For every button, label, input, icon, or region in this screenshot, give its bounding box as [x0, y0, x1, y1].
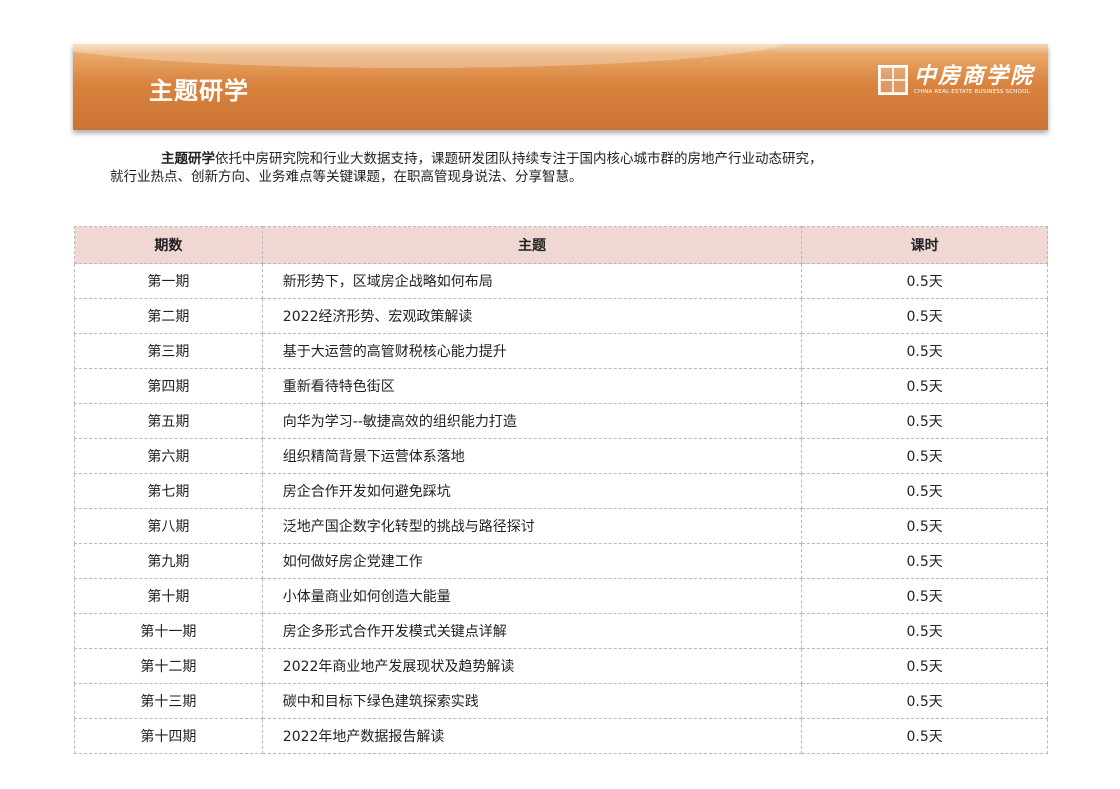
cell-topic: 房企多形式合作开发模式关键点详解 [261, 613, 803, 649]
cell-hours: 0.5天 [801, 578, 1048, 614]
cell-hours: 0.5天 [801, 613, 1048, 649]
cell-hours: 0.5天 [801, 438, 1048, 474]
cell-topic: 房企合作开发如何避免踩坑 [261, 473, 803, 509]
table-row: 第十二期 2022年商业地产发展现状及趋势解读 0.5天 [74, 648, 1048, 684]
table-row: 第十四期 2022年地产数据报告解读 0.5天 [74, 718, 1048, 754]
table-row: 第九期 如何做好房企党建工作 0.5天 [74, 543, 1048, 579]
table-row: 第八期 泛地产国企数字化转型的挑战与路径探讨 0.5天 [74, 508, 1048, 544]
cell-period: 第七期 [74, 473, 263, 509]
cell-period: 第十二期 [74, 648, 263, 684]
intro-paragraph: 主题研学依托中房研究院和行业大数据支持，课题研发团队持续专注于国内核心城市群的房… [110, 150, 990, 186]
cell-hours: 0.5天 [801, 718, 1048, 754]
cell-topic: 泛地产国企数字化转型的挑战与路径探讨 [261, 508, 803, 544]
cell-topic: 向华为学习--敏捷高效的组织能力打造 [261, 403, 803, 439]
cell-period: 第一期 [74, 263, 263, 299]
cell-period: 第十三期 [74, 683, 263, 719]
table-row: 第一期 新形势下，区域房企战略如何布局 0.5天 [74, 263, 1048, 299]
banner-gloss [73, 44, 793, 68]
header-period: 期数 [74, 226, 263, 264]
cell-period: 第六期 [74, 438, 263, 474]
table-row: 第四期 重新看待特色街区 0.5天 [74, 368, 1048, 404]
table-row: 第十期 小体量商业如何创造大能量 0.5天 [74, 578, 1048, 614]
cell-period: 第八期 [74, 508, 263, 544]
intro-bold-lead: 主题研学 [161, 151, 215, 167]
cell-topic: 2022年地产数据报告解读 [261, 718, 803, 754]
header-hours: 课时 [801, 226, 1048, 264]
logo-english-name: CHINA REAL ESTATE BUSINESS SCHOOL [913, 89, 1030, 95]
cell-topic: 组织精简背景下运营体系落地 [261, 438, 803, 474]
logo-chinese-name: 中房商学院 [913, 63, 1034, 89]
table-row: 第七期 房企合作开发如何避免踩坑 0.5天 [74, 473, 1048, 509]
cell-period: 第四期 [74, 368, 263, 404]
cell-period: 第十期 [74, 578, 263, 614]
table-row: 第十一期 房企多形式合作开发模式关键点详解 0.5天 [74, 613, 1048, 649]
cell-hours: 0.5天 [801, 648, 1048, 684]
cell-topic: 新形势下，区域房企战略如何布局 [261, 263, 803, 299]
cell-hours: 0.5天 [801, 473, 1048, 509]
cell-hours: 0.5天 [801, 403, 1048, 439]
cell-period: 第九期 [74, 543, 263, 579]
cell-hours: 0.5天 [801, 333, 1048, 369]
cell-hours: 0.5天 [801, 368, 1048, 404]
header-banner: 主题研学 中房商学院 CHINA REAL ESTATE BUSINESS SC… [73, 44, 1048, 130]
cell-topic: 小体量商业如何创造大能量 [261, 578, 803, 614]
course-schedule-table: 期数 主题 课时 第一期 新形势下，区域房企战略如何布局 0.5天 第二期 2022经济… [74, 226, 1048, 754]
cell-topic: 重新看待特色街区 [261, 368, 803, 404]
intro-line-1: 主题研学依托中房研究院和行业大数据支持，课题研发团队持续专注于国内核心城市群的房… [110, 150, 990, 168]
cell-period: 第三期 [74, 333, 263, 369]
cell-hours: 0.5天 [801, 543, 1048, 579]
cell-hours: 0.5天 [801, 263, 1048, 299]
table-row: 第六期 组织精简背景下运营体系落地 0.5天 [74, 438, 1048, 474]
cell-hours: 0.5天 [801, 683, 1048, 719]
table-row: 第二期 2022经济形势、宏观政策解读 0.5天 [74, 298, 1048, 334]
cell-period: 第十四期 [74, 718, 263, 754]
intro-line-1-text: 依托中房研究院和行业大数据支持，课题研发团队持续专注于国内核心城市群的房地产行业… [215, 151, 823, 167]
cell-hours: 0.5天 [801, 508, 1048, 544]
table-row: 第三期 基于大运营的高管财税核心能力提升 0.5天 [74, 333, 1048, 369]
cell-topic: 基于大运营的高管财税核心能力提升 [261, 333, 803, 369]
table-header-row: 期数 主题 课时 [74, 226, 1048, 264]
school-logo: 中房商学院 CHINA REAL ESTATE BUSINESS SCHOOL [877, 63, 1034, 96]
intro-line-2: 就行业热点、创新方向、业务难点等关键课题，在职高管现身说法、分享智慧。 [110, 169, 583, 185]
cell-hours: 0.5天 [801, 298, 1048, 334]
cell-topic: 如何做好房企党建工作 [261, 543, 803, 579]
table-row: 第五期 向华为学习--敏捷高效的组织能力打造 0.5天 [74, 403, 1048, 439]
page-title: 主题研学 [149, 77, 249, 105]
cell-period: 第五期 [74, 403, 263, 439]
logo-seal-icon [877, 65, 908, 95]
cell-topic: 碳中和目标下绿色建筑探索实践 [261, 683, 803, 719]
cell-period: 第十一期 [74, 613, 263, 649]
header-topic: 主题 [261, 226, 803, 264]
cell-period: 第二期 [74, 298, 263, 334]
cell-topic: 2022经济形势、宏观政策解读 [261, 298, 803, 334]
cell-topic: 2022年商业地产发展现状及趋势解读 [261, 648, 803, 684]
table-row: 第十三期 碳中和目标下绿色建筑探索实践 0.5天 [74, 683, 1048, 719]
